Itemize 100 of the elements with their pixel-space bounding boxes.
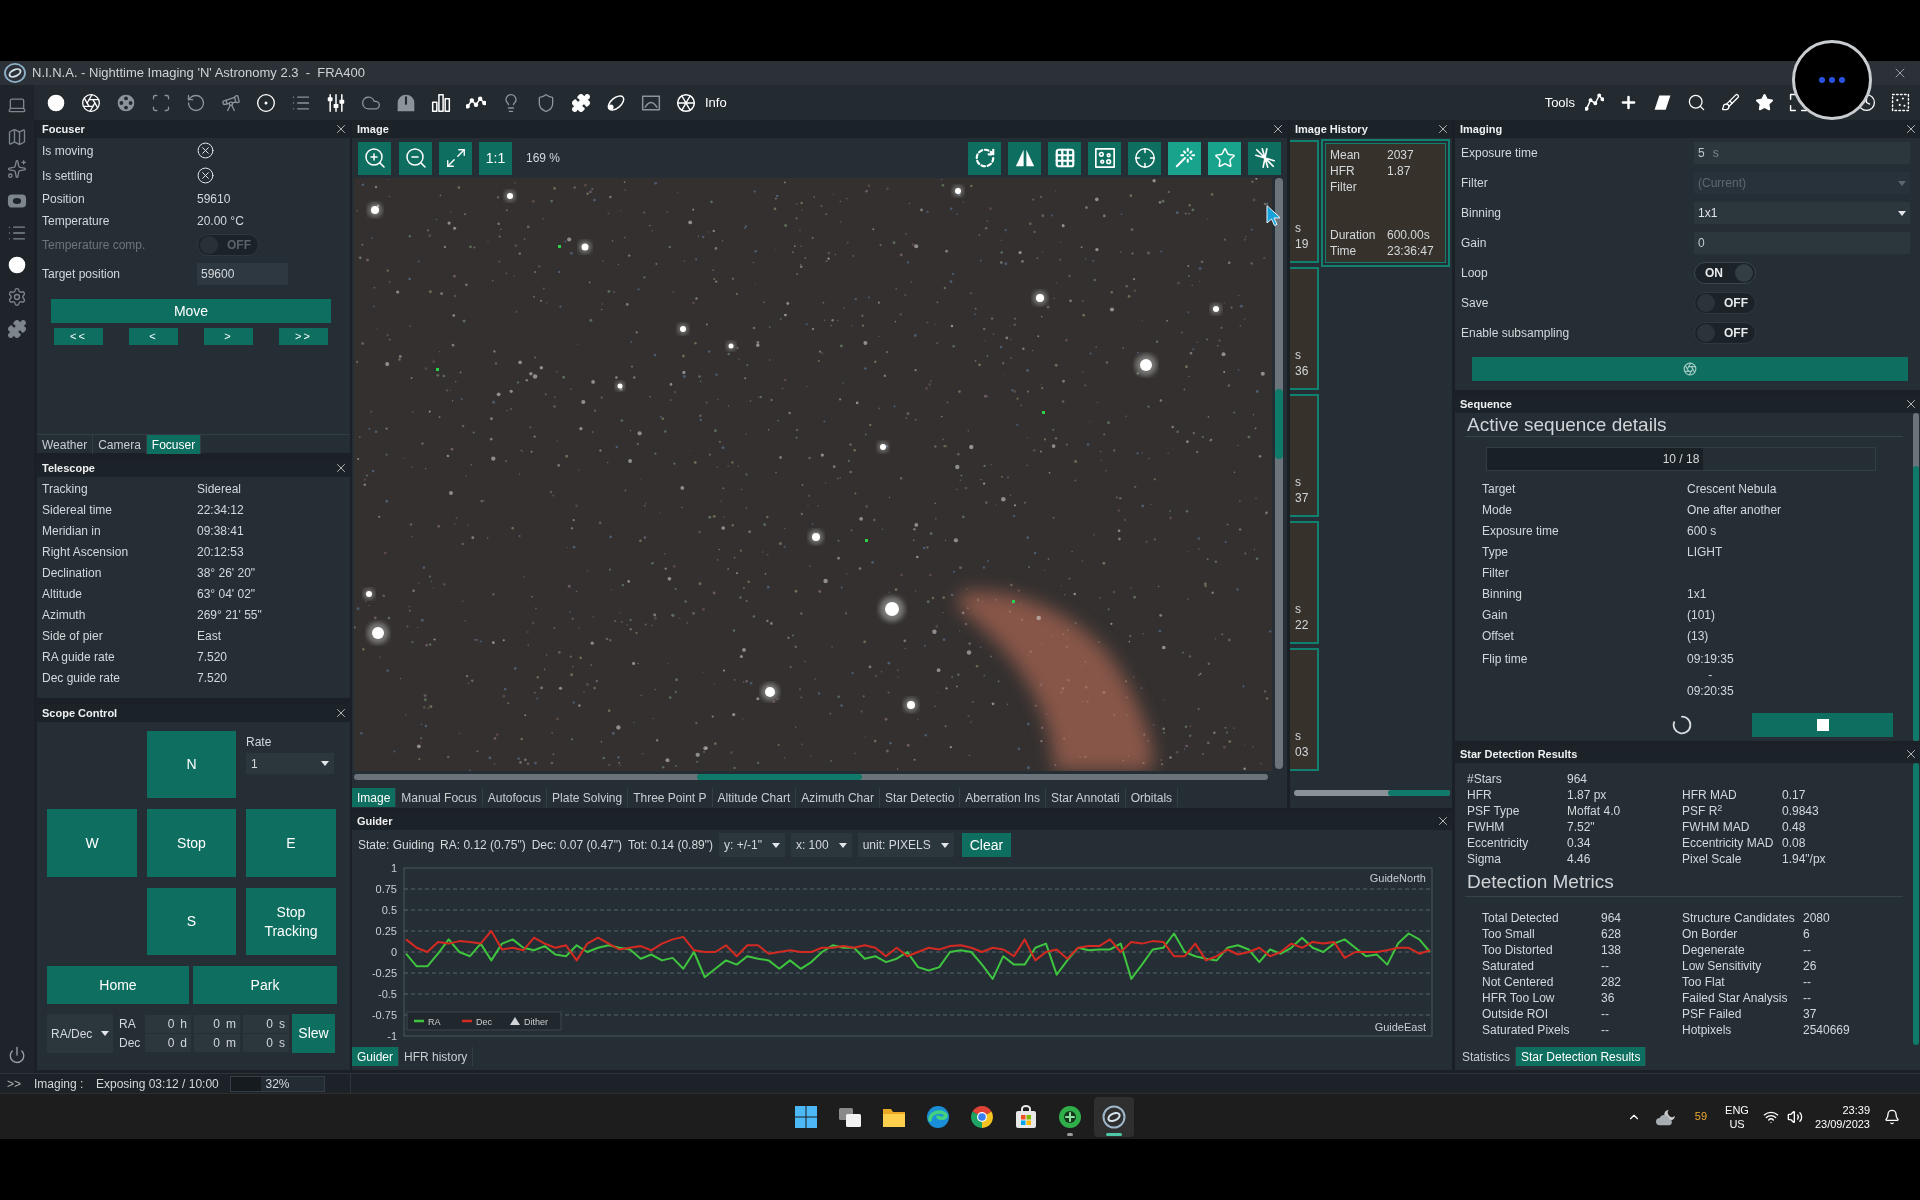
scrollbar-thumb[interactable]: [1388, 790, 1450, 796]
close-icon[interactable]: [334, 706, 348, 720]
stop-button[interactable]: Stop: [147, 809, 236, 877]
floating-menu-button[interactable]: [1792, 40, 1872, 120]
step-button[interactable]: >: [204, 328, 253, 345]
actual-size-button[interactable]: 1:1: [479, 141, 512, 175]
toggle-switch[interactable]: OFF: [1694, 322, 1756, 344]
tab[interactable]: Weather: [37, 435, 94, 454]
rotate-button[interactable]: [968, 141, 1001, 175]
detect-stars-button[interactable]: [1088, 141, 1121, 175]
clock-time[interactable]: 23:39: [1842, 1102, 1870, 1117]
speaker-icon[interactable]: [1786, 1108, 1803, 1125]
disc-icon[interactable]: [45, 92, 66, 113]
tab[interactable]: Star Detection Results: [1516, 1047, 1647, 1066]
expand-button[interactable]: >>: [0, 1074, 34, 1093]
tab[interactable]: Camera: [93, 435, 147, 454]
constellation-icon[interactable]: [1584, 93, 1604, 112]
brush-icon[interactable]: [1720, 93, 1740, 112]
tab[interactable]: Manual Focus: [396, 788, 483, 807]
filter-wheel-icon[interactable]: [115, 92, 136, 113]
power-icon[interactable]: [8, 1046, 26, 1064]
tab[interactable]: Star Detectio: [879, 788, 961, 807]
region-indicator[interactable]: US: [1729, 1116, 1745, 1131]
focus-frame-icon[interactable]: [150, 92, 171, 113]
tab[interactable]: Autofocus: [482, 788, 548, 807]
stop-button[interactable]: [1752, 713, 1893, 737]
image-thumbnail[interactable]: s 36: [1290, 267, 1319, 390]
slew-button[interactable]: Slew: [292, 1014, 335, 1053]
image-thumbnail[interactable]: s 37: [1290, 394, 1319, 517]
input-field[interactable]: 0 m: [194, 1015, 240, 1033]
zoom-in-button[interactable]: [358, 141, 391, 175]
sliders-icon[interactable]: [325, 92, 346, 113]
toggle-switch[interactable]: ON: [1694, 262, 1756, 284]
input-field[interactable]: 0 s: [243, 1015, 289, 1033]
dropdown[interactable]: y: +/-1": [719, 833, 785, 857]
close-icon[interactable]: [1271, 122, 1285, 136]
close-icon[interactable]: [1904, 122, 1918, 136]
wheel-icon[interactable]: [675, 92, 696, 113]
image-thumbnail[interactable]: s 22: [1290, 521, 1319, 644]
input-field[interactable]: 0 d: [145, 1034, 191, 1052]
rotate-icon[interactable]: [185, 92, 206, 113]
close-icon[interactable]: [1904, 397, 1918, 411]
dome-icon[interactable]: [395, 92, 416, 113]
coordinate-mode-dropdown[interactable]: RA/Dec: [47, 1014, 113, 1053]
dropdown[interactable]: unit: PIXELS: [857, 833, 954, 857]
step-button[interactable]: <: [129, 328, 178, 345]
input-field[interactable]: 0 m: [194, 1034, 240, 1052]
input-field[interactable]: 5 s: [1694, 142, 1910, 164]
tab[interactable]: Star Annotati: [1046, 788, 1126, 807]
move-button[interactable]: Move: [51, 299, 331, 323]
disc-icon[interactable]: [7, 255, 27, 275]
aperture-icon[interactable]: [80, 92, 101, 113]
dropdown[interactable]: x: 100: [790, 833, 852, 857]
search-icon[interactable]: [1686, 93, 1706, 112]
toggle-switch[interactable]: OFF: [1694, 292, 1756, 314]
lines-button[interactable]: [1248, 141, 1281, 175]
home-button[interactable]: Home: [47, 966, 189, 1004]
input-field[interactable]: 0 s: [243, 1034, 289, 1052]
tab[interactable]: Plate Solving: [547, 788, 629, 807]
step-button[interactable]: >>: [279, 328, 328, 345]
tab[interactable]: Focuser: [146, 435, 202, 454]
close-icon[interactable]: [334, 461, 348, 475]
close-icon[interactable]: [334, 122, 348, 136]
input-field[interactable]: 0: [1694, 232, 1910, 254]
east-button[interactable]: E: [246, 809, 336, 877]
north-button[interactable]: N: [147, 731, 236, 798]
south-button[interactable]: S: [147, 888, 236, 955]
flip-button[interactable]: [1008, 141, 1041, 175]
close-icon[interactable]: [1904, 747, 1918, 761]
image-thumbnail[interactable]: s 19: [1290, 140, 1319, 263]
scrollbar-thumb[interactable]: [1913, 466, 1919, 741]
star-button[interactable]: [1208, 141, 1241, 175]
telescope-icon[interactable]: [220, 92, 241, 113]
scrollbar-thumb[interactable]: [1275, 389, 1283, 459]
tab[interactable]: Aberration Ins: [960, 788, 1047, 807]
image-thumbnail[interactable]: Mean 2037 HFR 1.87 Filter Duration 600.00s Time 23:36:47: [1321, 139, 1450, 267]
input-field[interactable]: 59600: [197, 263, 288, 285]
weather-temperature[interactable]: 59: [1694, 1108, 1708, 1125]
zoom-out-button[interactable]: [399, 141, 432, 175]
clear-button[interactable]: Clear: [961, 833, 1012, 857]
star-icon[interactable]: [1754, 93, 1774, 112]
dotted-square-icon[interactable]: [1890, 93, 1910, 112]
tab[interactable]: Orbitals: [1125, 788, 1179, 807]
parallelogram-icon[interactable]: [1652, 93, 1672, 112]
image-thumbnail[interactable]: s 03: [1290, 648, 1319, 771]
tab[interactable]: Three Point P: [628, 788, 713, 807]
crosshair-button[interactable]: [1128, 141, 1161, 175]
close-icon[interactable]: [1436, 122, 1450, 136]
scrollbar-thumb[interactable]: [697, 773, 862, 780]
park-button[interactable]: Park: [193, 966, 337, 1004]
wand-button[interactable]: [1168, 141, 1201, 175]
lens-icon[interactable]: [7, 191, 27, 211]
tab[interactable]: Image: [352, 788, 397, 807]
clock-date[interactable]: 23/09/2023: [1814, 1116, 1870, 1131]
bell-icon[interactable]: [1884, 1108, 1900, 1125]
map-icon[interactable]: [7, 127, 27, 147]
west-button[interactable]: W: [47, 809, 137, 877]
dropdown[interactable]: 1x1: [1694, 202, 1910, 224]
fit-button[interactable]: [439, 141, 472, 175]
tab[interactable]: Guider: [352, 1047, 400, 1066]
